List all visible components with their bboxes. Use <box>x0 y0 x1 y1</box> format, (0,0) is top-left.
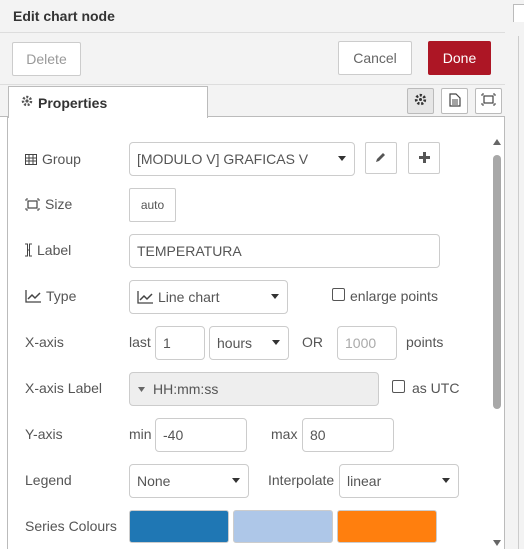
tab-bar: Properties <box>0 85 505 118</box>
delete-button[interactable]: Delete <box>12 42 81 76</box>
legend-select[interactable]: None <box>129 464 249 498</box>
scroll-up-arrow[interactable] <box>493 139 501 145</box>
xaxis-format-input[interactable]: HH:mm:ss <box>129 372 379 406</box>
frame-icon <box>25 198 40 211</box>
name-label: Label <box>25 241 71 259</box>
group-select-value: [MODULO V] GRAFICAS V <box>137 151 309 167</box>
gear-icon <box>414 93 427 109</box>
chevron-down-icon <box>272 340 280 345</box>
xaxis-label: X-axis <box>25 334 64 350</box>
workspace-edge-divider <box>518 36 519 549</box>
type-label: Type <box>25 287 76 305</box>
chevron-down-icon <box>442 478 450 483</box>
chevron-down-icon <box>338 156 346 161</box>
tab-properties[interactable]: Properties <box>8 86 208 118</box>
size-button[interactable]: auto <box>129 188 176 222</box>
description-tab-button[interactable] <box>441 88 468 114</box>
gear-icon <box>21 95 33 110</box>
workspace-edge-frame <box>513 4 524 22</box>
pencil-icon <box>375 150 387 166</box>
type-select[interactable]: Line chart <box>129 280 288 314</box>
line-chart-icon <box>25 289 41 303</box>
unit-select[interactable]: hours <box>209 326 289 360</box>
enlarge-points-label: enlarge points <box>350 288 438 304</box>
ymax-input[interactable]: 80 <box>302 418 394 452</box>
unit-select-value: hours <box>217 335 253 351</box>
done-button[interactable]: Done <box>428 41 491 75</box>
points-input[interactable]: 1000 <box>337 326 397 360</box>
series-colours-label: Series Colours <box>25 518 117 534</box>
caret-down-icon <box>138 386 145 392</box>
scroll-down-arrow[interactable] <box>493 540 501 546</box>
plus-icon <box>418 150 430 166</box>
last-label: last <box>129 334 151 350</box>
table-icon <box>25 153 37 165</box>
group-label: Group <box>25 150 81 168</box>
cancel-button[interactable]: Cancel <box>338 41 412 75</box>
interpolate-label: Interpolate <box>268 472 335 488</box>
edit-tray: Edit chart node Delete Cancel Done Prope… <box>0 0 505 549</box>
series-colour-3[interactable] <box>337 510 437 543</box>
ymin-input[interactable]: -40 <box>155 418 247 452</box>
series-colour-2[interactable] <box>233 510 333 543</box>
workspace-edge <box>505 0 524 549</box>
series-colour-1[interactable] <box>129 510 229 543</box>
file-text-icon <box>448 92 461 110</box>
max-label: max <box>271 426 298 442</box>
interpolate-select-value: linear <box>347 473 382 489</box>
chevron-down-icon <box>232 478 240 483</box>
last-input[interactable]: 1 <box>155 326 205 360</box>
min-label: min <box>129 426 152 442</box>
label-input[interactable]: TEMPERATURA <box>129 234 440 268</box>
or-label: OR <box>302 334 323 350</box>
tray-toolbar: Delete Cancel Done <box>0 33 505 85</box>
legend-select-value: None <box>137 473 171 489</box>
yaxis-label: Y-axis <box>25 426 63 442</box>
as-utc-label: as UTC <box>412 380 460 396</box>
legend-label: Legend <box>25 472 72 488</box>
size-label: Size <box>25 195 72 213</box>
interpolate-select[interactable]: linear <box>339 464 459 498</box>
i-cursor-icon <box>25 243 32 257</box>
appearance-tab-button[interactable] <box>475 88 502 114</box>
enlarge-points-checkbox[interactable] <box>332 288 345 301</box>
add-group-button[interactable] <box>408 142 440 174</box>
chevron-down-icon <box>271 294 279 299</box>
group-select[interactable]: [MODULO V] GRAFICAS V <box>129 142 355 176</box>
frame-icon <box>481 93 496 109</box>
tab-properties-label: Properties <box>38 94 108 111</box>
edit-group-button[interactable] <box>365 142 397 174</box>
tray-header: Edit chart node <box>0 0 505 33</box>
line-chart-icon <box>137 290 153 304</box>
xaxis-format-value: HH:mm:ss <box>153 381 219 397</box>
points-label: points <box>406 334 444 350</box>
xaxis-label-label: X-axis Label <box>25 380 103 396</box>
type-select-value: Line chart <box>158 289 220 305</box>
as-utc-checkbox[interactable] <box>392 380 405 393</box>
scrollbar-thumb[interactable] <box>493 155 501 409</box>
tray-title: Edit chart node <box>13 8 115 24</box>
settings-tab-button[interactable] <box>407 88 434 114</box>
